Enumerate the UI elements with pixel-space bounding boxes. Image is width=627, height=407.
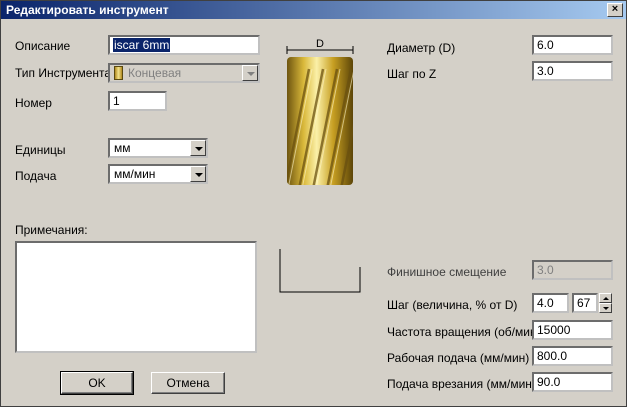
units-value: мм bbox=[114, 141, 131, 155]
end-mill-icon bbox=[114, 66, 123, 80]
feed-select[interactable]: мм/мин bbox=[108, 164, 208, 184]
edit-tool-dialog: Редактировать инструмент × Описание isca… bbox=[0, 0, 627, 407]
tool-profile bbox=[279, 249, 361, 293]
description-value: iscar 6mm bbox=[113, 38, 171, 52]
step-input[interactable]: 4.0 bbox=[532, 293, 569, 313]
plunge-label: Подача врезания (мм/мин) bbox=[387, 377, 536, 391]
chevron-down-icon[interactable] bbox=[190, 166, 206, 182]
spin-up-icon[interactable] bbox=[599, 293, 612, 303]
spindle-input[interactable]: 15000 bbox=[532, 320, 613, 340]
feed-label: Подача bbox=[15, 169, 57, 183]
ok-button[interactable]: OK bbox=[60, 371, 134, 395]
step-label: Шаг (величина, % от D) bbox=[387, 298, 518, 312]
spindle-label: Частота вращения (об/мин) bbox=[387, 325, 541, 339]
notes-textarea[interactable] bbox=[15, 241, 257, 353]
tool-type-label: Тип Инструмента bbox=[15, 66, 112, 80]
close-button[interactable]: × bbox=[607, 3, 623, 17]
cancel-button[interactable]: Отмена bbox=[151, 372, 225, 394]
units-select[interactable]: мм bbox=[108, 138, 208, 158]
number-input[interactable]: 1 bbox=[108, 91, 167, 111]
diameter-input[interactable]: 6.0 bbox=[532, 35, 613, 55]
spin-down-icon[interactable] bbox=[599, 303, 612, 313]
plunge-input[interactable]: 90.0 bbox=[532, 372, 613, 392]
workfeed-input[interactable]: 800.0 bbox=[532, 346, 613, 366]
chevron-down-icon[interactable] bbox=[190, 140, 206, 156]
chevron-down-icon[interactable] bbox=[242, 65, 258, 81]
title-bar: Редактировать инструмент × bbox=[1, 1, 626, 19]
diameter-mark-label: D bbox=[316, 39, 324, 50]
stepz-input[interactable]: 3.0 bbox=[532, 61, 613, 81]
number-label: Номер bbox=[15, 96, 52, 110]
dialog-title: Редактировать инструмент bbox=[6, 3, 169, 17]
feed-value: мм/мин bbox=[114, 167, 156, 181]
units-label: Единицы bbox=[15, 143, 66, 157]
tool-type-select[interactable]: Концевая bbox=[108, 63, 260, 83]
description-label: Описание bbox=[15, 39, 71, 53]
diameter-label: Диаметр (D) bbox=[387, 41, 456, 55]
tool-type-value: Концевая bbox=[128, 66, 182, 80]
tool-diagram: D bbox=[286, 39, 354, 185]
notes-label: Примечания: bbox=[15, 223, 88, 237]
step-percent-spinner[interactable] bbox=[599, 293, 612, 313]
finish-offset-label: Финишное смещение bbox=[387, 265, 507, 279]
step-percent-input[interactable]: 67 bbox=[572, 293, 598, 313]
description-input[interactable]: iscar 6mm bbox=[108, 35, 260, 55]
workfeed-label: Рабочая подача (мм/мин) bbox=[387, 351, 530, 365]
finish-offset-input[interactable]: 3.0 bbox=[532, 260, 613, 280]
stepz-label: Шаг по Z bbox=[387, 67, 437, 81]
